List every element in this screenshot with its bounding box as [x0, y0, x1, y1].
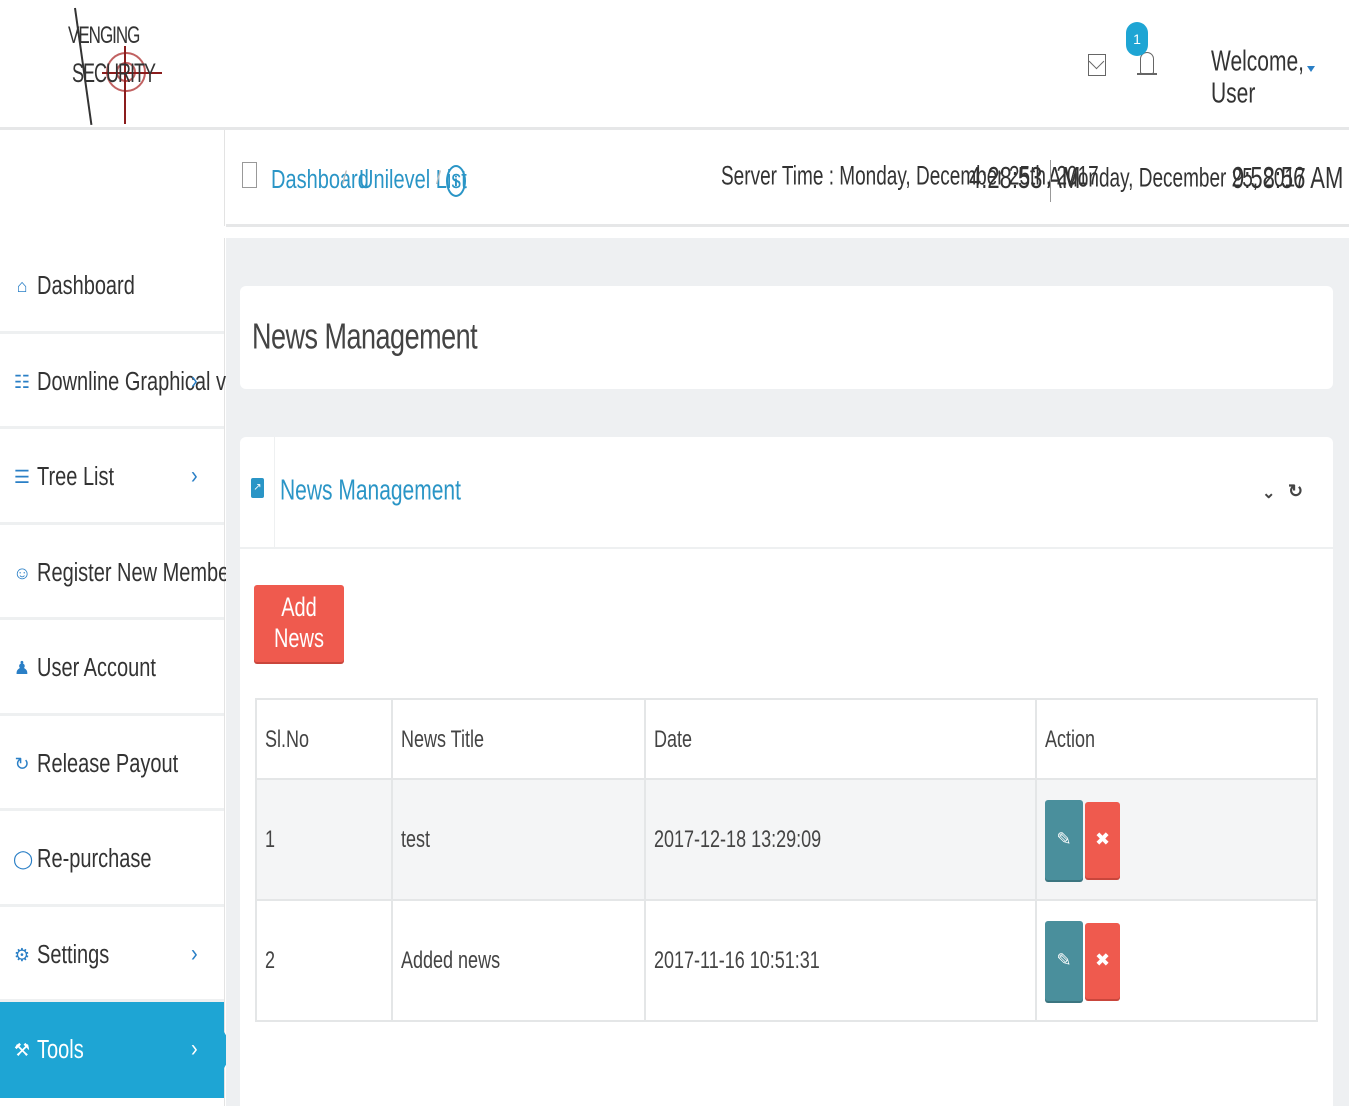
edit-icon: ✎ — [1056, 950, 1072, 971]
collapse-icon[interactable]: ⌄ — [1262, 483, 1275, 503]
chevron-right-icon: › — [191, 940, 198, 967]
top-header: VENGING SECURITY 1 Welcome, User — [0, 0, 1349, 130]
sidebar-item-label: Register New Member — [37, 558, 236, 588]
page-title: News Management — [252, 316, 478, 357]
sidebar-item-label: Release Payout — [37, 749, 179, 779]
sidebar-item-register-new-member[interactable]: ☺ Register New Member — [0, 525, 236, 620]
notification-badge[interactable]: 1 — [1126, 22, 1148, 56]
breadcrumb-dashboard[interactable]: Dashboard — [271, 166, 369, 196]
mail-icon[interactable] — [1088, 54, 1106, 76]
sidebar-item-label: Re-purchase — [37, 845, 152, 874]
sidebar-item-tree-list[interactable]: ☰ Tree List › — [0, 429, 224, 525]
news-title: Added news — [391, 899, 646, 1022]
column-header: Sl.No — [255, 698, 393, 780]
sidebar-header — [0, 130, 225, 226]
gear-icon: ⚙ — [13, 944, 31, 965]
panel-title: News Management — [280, 475, 461, 507]
chevron-down-icon[interactable] — [1307, 66, 1315, 72]
sidebar-item-dashboard[interactable]: ⌂ Dashboard — [0, 238, 224, 334]
sidebar-item-label: Downline Graphical view — [37, 367, 256, 397]
column-header: Date — [644, 698, 1037, 780]
time-divider — [1050, 160, 1051, 202]
wrench-icon: ⚒ — [13, 1040, 31, 1060]
add-news-button[interactable]: Add News — [254, 585, 344, 662]
row-number: 2 — [255, 899, 393, 1022]
news-panel: ↗ News Management ⌄ ↻ Add News Sl.No New… — [240, 437, 1333, 1106]
circle-icon: ◯ — [13, 849, 34, 869]
sidebar-item-settings[interactable]: ⚙ Settings › — [0, 907, 224, 1002]
row-actions: ✎ ✖ — [1035, 778, 1318, 901]
logo-text-line1: VENGING — [68, 22, 140, 49]
chevron-right-icon: › — [191, 367, 198, 394]
user-icon: ♟ — [13, 658, 31, 678]
page-icon — [242, 162, 257, 188]
local-time: 9:58:56 AM — [1232, 160, 1344, 195]
sidebar-item-re-purchase[interactable]: ◯ Re-purchase — [0, 811, 224, 907]
news-date: 2017-12-18 13:29:09 — [644, 778, 1037, 901]
refresh-icon[interactable]: ↻ — [1288, 481, 1303, 502]
table-header-row: Sl.No News Title Date Action — [255, 698, 1318, 780]
brand-logo[interactable]: VENGING SECURITY — [62, 6, 162, 125]
sidebar-item-label: Settings — [37, 940, 110, 970]
table-row: 2 Added news 2017-11-16 10:51:31 ✎ ✖ — [255, 899, 1318, 1022]
sidebar-item-label: User Account — [37, 654, 156, 683]
column-header: News Title — [391, 698, 646, 780]
list-icon: ☰ — [13, 467, 31, 487]
sidebar-item-label: Tools — [37, 1036, 84, 1065]
user-plus-icon: ☺ — [13, 562, 32, 583]
chevron-right-icon: › — [191, 462, 198, 490]
row-number: 1 — [255, 778, 393, 901]
column-header: Action — [1035, 698, 1318, 780]
sidebar-item-label: Dashboard — [37, 272, 135, 301]
news-title: test — [391, 778, 646, 901]
sidebar-item-release-payout[interactable]: ↻ Release Payout — [0, 716, 224, 811]
sidebar-item-user-account[interactable]: ♟ User Account — [0, 620, 224, 716]
edit-button[interactable]: ✎ — [1045, 920, 1083, 1001]
home-icon: ⌂ — [16, 276, 28, 296]
sidebar-nav: ⌂ Dashboard ☷ Downline Graphical view › … — [0, 238, 256, 1106]
info-icon[interactable]: i — [446, 165, 466, 197]
close-icon: ✖ — [1094, 829, 1111, 850]
sidebar-item-tools[interactable]: ⚒ Tools › — [0, 1002, 235, 1098]
delete-button[interactable]: ✖ — [1085, 801, 1120, 878]
breadcrumb-bar: Dashboard / Unilevel List / i Server Tim… — [226, 130, 1349, 227]
edit-icon: ✎ — [1056, 829, 1072, 850]
user-menu-toggle[interactable]: Welcome, User — [1211, 46, 1349, 111]
page-title-card: News Management — [240, 286, 1333, 389]
sidebar-item-downline-graphical-view[interactable]: ☷ Downline Graphical view › — [0, 334, 256, 429]
close-icon: ✖ — [1094, 950, 1111, 971]
table-row: 1 test 2017-12-18 13:29:09 ✎ ✖ — [255, 778, 1318, 901]
edit-button[interactable]: ✎ — [1045, 799, 1083, 880]
sitemap-icon: ☷ — [13, 371, 31, 392]
external-link-icon: ↗ — [251, 478, 264, 498]
logo-text-line2: SECURITY — [72, 58, 156, 88]
news-table: Sl.No News Title Date Action 1 test 2017… — [255, 698, 1318, 1022]
delete-button[interactable]: ✖ — [1085, 922, 1120, 999]
refresh-icon: ↻ — [14, 753, 30, 774]
sidebar-item-label: Tree List — [37, 463, 115, 492]
breadcrumb-separator: / — [436, 168, 442, 188]
main-content: News Management ↗ News Management ⌄ ↻ Ad… — [226, 238, 1349, 1106]
divider — [274, 437, 275, 549]
news-date: 2017-11-16 10:51:31 — [644, 899, 1037, 1022]
breadcrumb-separator: / — [342, 168, 348, 188]
chevron-right-icon: › — [191, 1035, 198, 1063]
panel-header: ↗ News Management ⌄ ↻ — [240, 437, 1333, 549]
row-actions: ✎ ✖ — [1035, 899, 1318, 1022]
